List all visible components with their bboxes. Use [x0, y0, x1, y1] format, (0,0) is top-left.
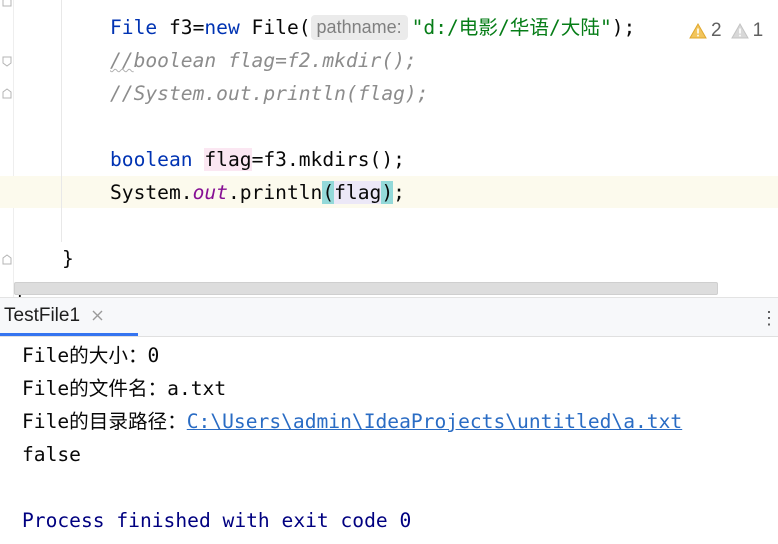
close-icon[interactable] [92, 310, 103, 321]
warning-icon [689, 23, 707, 39]
code-text: f3= [157, 16, 205, 39]
warnings-indicator[interactable]: 2 [689, 20, 722, 42]
code-line-3[interactable]: //System.out.println(flag); [110, 77, 429, 110]
code-line-8[interactable]: } [62, 242, 74, 275]
static-field: out [192, 181, 228, 204]
run-tool-window-header: TestFile1 ⋮ [0, 297, 778, 337]
weak-warnings-indicator[interactable]: 1 [730, 20, 764, 42]
code-line-6[interactable]: System.out.println(flag); [110, 176, 405, 209]
warning-count: 2 [711, 20, 722, 41]
variable-highlight: flag [204, 148, 252, 171]
parameter-hint: pathname: [310, 15, 408, 40]
weak-warning-count: 1 [752, 20, 764, 41]
code-text: File( [239, 16, 311, 39]
string-literal: "d:/电影/华语/大陆" [411, 16, 612, 39]
code-line-1[interactable]: File f3=new File(pathname: "d:/电影/华语/大陆")… [110, 11, 635, 44]
code-line-5[interactable]: boolean flag=f3.mkdirs(); [110, 143, 405, 176]
comment: // [110, 49, 134, 72]
run-tab-label: TestFile1 [4, 304, 81, 326]
console-line: File的目录路径：C:\Users\admin\IdeaProjects\un… [22, 405, 682, 438]
editor-gutter[interactable] [0, 0, 14, 297]
code-text: System. [110, 181, 193, 204]
file-path-link[interactable]: C:\Users\admin\IdeaProjects\untitled\a.t… [187, 410, 682, 433]
code-text: .println [227, 181, 323, 204]
keyword: File [110, 16, 158, 39]
fold-start-icon[interactable] [2, 56, 12, 67]
code-text: =f3.mkdirs(); [251, 148, 405, 171]
comment: boolean flag=f2.mkdir(); [133, 49, 417, 72]
indent-guide [61, 0, 62, 242]
fold-end-icon[interactable] [2, 0, 12, 7]
comment: //System.out.println(flag); [110, 82, 429, 105]
weak-warning-icon [730, 23, 749, 39]
horizontal-scrollbar[interactable] [14, 282, 718, 295]
matched-paren: ) [381, 181, 394, 204]
matched-paren: ( [322, 181, 335, 204]
keyword: boolean [110, 148, 193, 171]
console-line: File的文件名：a.txt [22, 377, 227, 400]
run-console[interactable]: File的大小：0 File的文件名：a.txt File的目录路径：C:\Us… [0, 337, 778, 544]
console-line: File的大小：0 [22, 344, 160, 367]
console-line: false [22, 443, 81, 466]
code-editor[interactable]: File f3=new File(pathname: "d:/电影/华语/大陆")… [0, 0, 778, 297]
console-text: File的目录路径： [22, 410, 187, 433]
closing-brace: } [62, 247, 74, 270]
variable-highlight: flag [334, 181, 382, 204]
fold-end-icon[interactable] [2, 254, 12, 265]
inspections-widget[interactable]: 2 1 [689, 18, 772, 44]
more-options-icon[interactable]: ⋮ [760, 308, 778, 329]
keyword: new [204, 16, 240, 39]
code-text: ; [393, 181, 405, 204]
exit-message: Process finished with exit code 0 [22, 509, 412, 532]
code-text: ); [611, 16, 636, 39]
tab-testfile1[interactable]: TestFile1 [0, 298, 138, 336]
code-line-2[interactable]: //boolean flag=f2.mkdir(); [110, 44, 417, 77]
fold-end-icon[interactable] [2, 88, 12, 99]
